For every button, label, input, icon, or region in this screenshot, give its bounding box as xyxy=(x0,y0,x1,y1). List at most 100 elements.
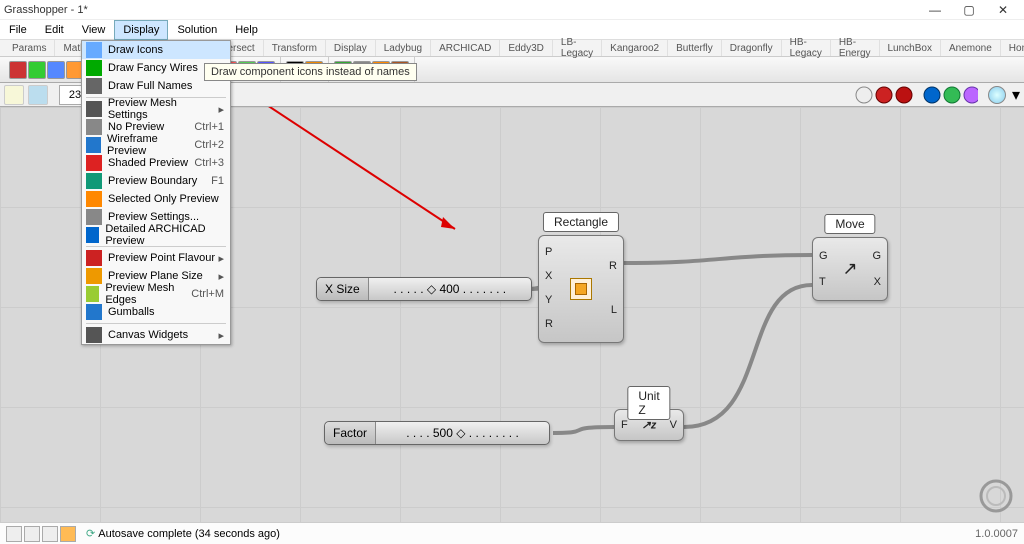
menu-item-shaded-preview[interactable]: Shaded Preview Ctrl+3 xyxy=(82,154,230,172)
menu-item-preview-boundary[interactable]: Preview BoundaryF1 xyxy=(82,172,230,190)
tab-ladybug[interactable]: Ladybug xyxy=(376,40,431,56)
port[interactable]: P xyxy=(545,246,552,258)
menu-item-shortcut: Ctrl+M xyxy=(191,288,224,300)
compass-widget[interactable] xyxy=(978,478,1014,514)
menu-item-label: Gumballs xyxy=(108,306,154,318)
menu-item-label: Preview Point Flavour xyxy=(108,252,215,264)
menu-item-shortcut: ▸ xyxy=(218,103,224,116)
menu-item-label: Preview Mesh Edges xyxy=(105,282,191,306)
slider-name: Factor xyxy=(325,422,376,444)
titlebar: Grasshopper - 1* — ▢ ✕ xyxy=(0,0,1024,20)
tab-honeybee[interactable]: Honeybee xyxy=(1001,40,1024,56)
tab-archicad[interactable]: ARCHICAD xyxy=(431,40,500,56)
port[interactable]: X xyxy=(545,270,552,282)
z-axis-icon: ↗z xyxy=(642,419,657,432)
port[interactable]: X xyxy=(874,276,881,288)
menu-item-label: Draw Fancy Wires xyxy=(108,62,198,74)
menu-item-shortcut: ▸ xyxy=(218,270,224,283)
ribbon-tool-icon[interactable] xyxy=(28,61,46,79)
port[interactable]: R xyxy=(545,318,553,330)
tab-display[interactable]: Display xyxy=(326,40,376,56)
new-file-button[interactable] xyxy=(4,85,24,105)
port[interactable]: R xyxy=(609,260,617,272)
menu-item-selected-only-preview[interactable]: Selected Only Preview xyxy=(82,190,230,208)
menu-item-label: Preview Mesh Settings xyxy=(108,97,219,121)
component-rectangle[interactable]: Rectangle P X Y R R L xyxy=(538,235,624,343)
menu-item-icon xyxy=(86,327,102,343)
port[interactable]: T xyxy=(819,276,826,288)
tab-transform[interactable]: Transform xyxy=(264,40,326,56)
menu-item-preview-mesh-settings[interactable]: Preview Mesh Settings▸ xyxy=(82,100,230,118)
port[interactable]: G xyxy=(872,250,881,262)
component-move[interactable]: Move G T G X ↗ xyxy=(812,237,888,301)
menu-item-preview-mesh-edges[interactable]: Preview Mesh EdgesCtrl+M xyxy=(82,285,230,303)
component-label: Rectangle xyxy=(543,212,619,232)
port[interactable]: Y xyxy=(545,294,552,306)
window-title: Grasshopper - 1* xyxy=(4,4,88,16)
close-button[interactable]: ✕ xyxy=(986,0,1020,20)
menu-item-detailed-archicad-preview[interactable]: Detailed ARCHICAD Preview xyxy=(82,226,230,244)
tab-lunchbox[interactable]: LunchBox xyxy=(880,40,941,56)
menu-item-shortcut: ▸ xyxy=(218,252,224,265)
menu-item-shortcut: F1 xyxy=(211,175,224,187)
menu-item-icon xyxy=(86,209,102,225)
slider-value: 400 xyxy=(439,282,459,296)
status-icon[interactable] xyxy=(42,526,58,542)
port[interactable]: G xyxy=(819,250,828,262)
menu-item-preview-point-flavour[interactable]: Preview Point Flavour▸ xyxy=(82,249,230,267)
tab-eddy3d[interactable]: Eddy3D xyxy=(500,40,553,56)
menu-item-label: Draw Icons xyxy=(108,44,163,56)
slider-name: X Size xyxy=(317,278,369,300)
tab-hb-legacy[interactable]: HB-Legacy xyxy=(782,40,831,56)
tab-kangaroo2[interactable]: Kangaroo2 xyxy=(602,40,668,56)
tab-params[interactable]: Params xyxy=(4,40,55,56)
menu-item-canvas-widgets[interactable]: Canvas Widgets▸ xyxy=(82,326,230,344)
ribbon-tool-icon[interactable] xyxy=(47,61,65,79)
component-unit-z[interactable]: Unit Z F V ↗z xyxy=(614,409,684,441)
port[interactable]: V xyxy=(670,419,677,431)
status-icon[interactable] xyxy=(6,526,22,542)
port[interactable]: F xyxy=(621,419,628,431)
menu-file[interactable]: File xyxy=(0,20,36,40)
menu-item-icon xyxy=(86,155,102,171)
menu-display[interactable]: Display xyxy=(114,20,168,40)
menu-item-draw-icons[interactable]: Draw Icons xyxy=(82,41,230,59)
menu-item-label: Preview Settings... xyxy=(108,211,199,223)
version-label: 1.0.0007 xyxy=(975,528,1018,540)
menu-item-label: Shaded Preview xyxy=(108,157,188,169)
ribbon-tool-icon[interactable] xyxy=(9,61,27,79)
menu-item-icon xyxy=(86,250,102,266)
tab-lb-legacy[interactable]: LB-Legacy xyxy=(553,40,602,56)
menu-help[interactable]: Help xyxy=(226,20,267,40)
menu-item-icon xyxy=(86,286,99,302)
slider-x-size[interactable]: X Size . . . . . ◇ 400 . . . . . . . xyxy=(316,277,532,301)
menu-item-label: Canvas Widgets xyxy=(108,329,188,341)
refresh-icon[interactable]: ⟳ xyxy=(86,527,95,540)
tab-anemone[interactable]: Anemone xyxy=(941,40,1001,56)
menu-view[interactable]: View xyxy=(73,20,115,40)
status-icon[interactable] xyxy=(60,526,76,542)
menu-tooltip: Draw component icons instead of names xyxy=(204,63,417,81)
menu-item-wireframe-preview[interactable]: Wireframe PreviewCtrl+2 xyxy=(82,136,230,154)
preview-toggle-icon[interactable] xyxy=(988,86,1006,104)
menu-item-icon xyxy=(86,268,102,284)
slider-factor[interactable]: Factor . . . . 500 ◇ . . . . . . . . xyxy=(324,421,550,445)
tab-dragonfly[interactable]: Dragonfly xyxy=(722,40,782,56)
menu-item-label: Detailed ARCHICAD Preview xyxy=(105,223,224,247)
status-icon[interactable] xyxy=(24,526,40,542)
menu-solution[interactable]: Solution xyxy=(168,20,226,40)
menu-item-shortcut: Ctrl+3 xyxy=(194,157,224,169)
menu-item-icon xyxy=(86,119,102,135)
maximize-button[interactable]: ▢ xyxy=(952,0,986,20)
move-arrow-icon: ↗ xyxy=(842,259,857,280)
port[interactable]: L xyxy=(611,304,617,316)
menu-item-icon xyxy=(86,42,102,58)
menu-edit[interactable]: Edit xyxy=(36,20,73,40)
menu-item-icon xyxy=(86,304,102,320)
menu-item-icon xyxy=(86,173,102,189)
tab-hb-energy[interactable]: HB-Energy xyxy=(831,40,880,56)
minimize-button[interactable]: — xyxy=(918,0,952,20)
menu-item-label: Draw Full Names xyxy=(108,80,192,92)
save-button[interactable] xyxy=(28,85,48,105)
tab-butterfly[interactable]: Butterfly xyxy=(668,40,722,56)
